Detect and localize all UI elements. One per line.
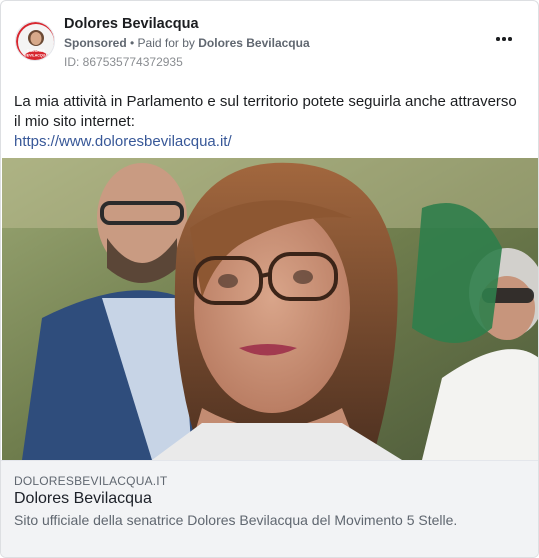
page-name[interactable]: Dolores Bevilacqua (64, 16, 199, 32)
post-body-link[interactable]: https://www.doloresbevilacqua.it/ (14, 132, 526, 152)
page-avatar[interactable]: DOLORES BEVILACQUA (15, 21, 55, 61)
photo-image (2, 158, 538, 460)
sponsored-label: Sponsored (64, 36, 127, 50)
avatar-text-1: DOLORES (27, 49, 45, 53)
link-preview[interactable]: DOLORESBEVILACQUA.IT Dolores Bevilacqua … (1, 460, 538, 557)
post-body: La mia attività in Parlamento e sul terr… (14, 92, 526, 152)
more-horizontal-icon (496, 37, 500, 41)
post-photo[interactable] (2, 158, 538, 460)
sponsored-line: Sponsored • Paid for by Dolores Bevilacq… (64, 36, 310, 50)
avatar-text-2: BEVILACQUA (24, 54, 48, 58)
link-title[interactable]: Dolores Bevilacqua (14, 490, 152, 508)
more-options-button[interactable] (492, 27, 516, 51)
avatar-image: DOLORES BEVILACQUA (16, 22, 54, 60)
ad-id: ID: 867535774372935 (64, 55, 183, 69)
paid-for-name[interactable]: Dolores Bevilacqua (198, 36, 309, 50)
post-body-text: La mia attività in Parlamento e sul terr… (14, 93, 517, 130)
link-domain: DOLORESBEVILACQUA.IT (14, 474, 168, 488)
post-header: DOLORES BEVILACQUA Dolores Bevilacqua Sp… (1, 1, 538, 81)
link-description: Sito ufficiale della senatrice Dolores B… (14, 512, 458, 528)
ad-card: DOLORES BEVILACQUA Dolores Bevilacqua Sp… (0, 0, 539, 558)
paid-for-prefix: • Paid for by (126, 36, 199, 50)
